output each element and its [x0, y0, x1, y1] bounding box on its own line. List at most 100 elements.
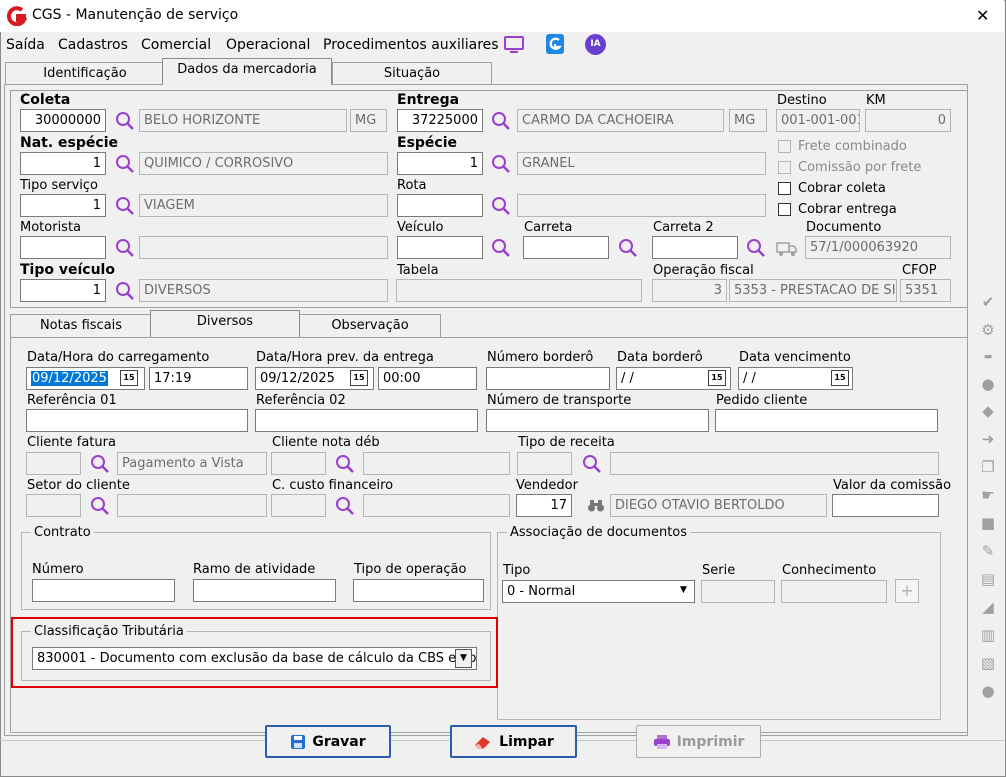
pig-icon[interactable]: ● [978, 681, 998, 701]
hand-icon[interactable]: ☛ [978, 485, 998, 505]
vendedor-code-input[interactable]: 17 [516, 494, 572, 517]
numero-transporte-input[interactable] [486, 409, 709, 432]
carreta-input[interactable] [523, 236, 609, 259]
referencia01-input[interactable] [26, 409, 248, 432]
associacao-tipo-select[interactable]: 0 - Normal [502, 580, 695, 603]
calendar-icon[interactable]: 15 [120, 370, 138, 386]
calendar-icon[interactable]: 15 [708, 370, 726, 386]
copy-icon[interactable]: ❐ [978, 457, 998, 477]
tipo-operacao-input[interactable] [353, 579, 484, 602]
search-icon[interactable] [490, 110, 512, 132]
conhecimento-field [781, 580, 887, 603]
g-app-icon[interactable] [546, 34, 564, 54]
chevron-down-icon[interactable]: ▼ [455, 649, 472, 668]
ramo-atividade-input[interactable] [193, 579, 336, 602]
especie-desc-field: GRANEL [517, 152, 766, 175]
cobrar-coleta-checkbox[interactable] [778, 182, 791, 195]
especie-code-input[interactable]: 1 [397, 152, 483, 175]
carreta2-input[interactable] [652, 236, 738, 259]
tab-label: Observação [331, 318, 409, 333]
tabela-label: Tabela [397, 263, 439, 278]
destino-label: Destino [777, 93, 827, 108]
numero-bordero-input[interactable] [486, 367, 610, 390]
clear-button[interactable]: Limpar [450, 725, 577, 758]
tab-dados-mercadoria[interactable]: Dados da mercadoria [162, 58, 332, 85]
operacao-fiscal-label: Operação fiscal [653, 263, 754, 278]
tipo-veiculo-code-input[interactable]: 1 [20, 279, 106, 302]
entrega-code-input[interactable]: 37225000 [397, 109, 483, 132]
search-icon[interactable] [334, 495, 356, 517]
binoculars-icon[interactable] [587, 498, 605, 514]
tipo-servico-code-input[interactable]: 1 [20, 194, 106, 217]
ia-icon[interactable]: IA [585, 34, 606, 55]
data-carregamento-label: Data/Hora do carregamento [27, 350, 210, 365]
search-icon[interactable] [114, 110, 136, 132]
contrato-numero-label: Número [32, 562, 84, 577]
search-icon[interactable] [581, 453, 603, 475]
window-title: CGS - Manutenção de serviço [32, 7, 239, 23]
truck-side-icon[interactable]: ■ [978, 513, 998, 533]
book-icon[interactable]: ▥ [978, 625, 998, 645]
veiculo-input[interactable] [397, 236, 483, 259]
motorista-code-input[interactable] [20, 236, 106, 259]
tab-notas-fiscais[interactable]: Notas fiscais [10, 314, 152, 338]
search-icon[interactable] [89, 453, 111, 475]
chevron-down-icon[interactable]: ▼ [675, 582, 692, 601]
tab-label: Notas fiscais [39, 318, 123, 333]
coleta-label: Coleta [20, 92, 71, 108]
cobrar-entrega-checkbox[interactable] [778, 203, 791, 216]
search-icon[interactable] [114, 280, 136, 302]
search-icon[interactable] [617, 237, 639, 259]
hora-carregamento-input[interactable]: 17:19 [149, 367, 248, 390]
search-icon[interactable] [490, 153, 512, 175]
menu-operacional[interactable]: Operacional [226, 37, 310, 53]
valor-comissao-input[interactable] [832, 494, 939, 517]
search-icon[interactable] [490, 237, 512, 259]
search-icon[interactable] [114, 237, 136, 259]
calendar-icon[interactable]: 15 [350, 370, 368, 386]
menu-comercial[interactable]: Comercial [141, 37, 211, 53]
referencia02-input[interactable] [255, 409, 478, 432]
export-icon[interactable]: ▧ [978, 653, 998, 673]
search-icon[interactable] [745, 237, 767, 259]
tab-observacao[interactable]: Observação [299, 314, 441, 338]
tab-identificacao[interactable]: Identificação [5, 62, 165, 86]
ciot-icon[interactable]: ▬ [978, 347, 998, 367]
tab-situacao[interactable]: Situação [332, 62, 492, 86]
documents-icon[interactable]: ▤ [978, 569, 998, 589]
tag-icon[interactable]: ◢ [978, 597, 998, 617]
search-icon[interactable] [114, 195, 136, 217]
check-icon[interactable]: ✔ [978, 292, 998, 312]
coleta-city-field: BELO HORIZONTE [139, 109, 347, 132]
nat-especie-code-input[interactable]: 1 [20, 152, 106, 175]
tipo-servico-label: Tipo serviço [20, 178, 99, 193]
coleta-code-input[interactable]: 30000000 [20, 109, 106, 132]
menu-procedimentos[interactable]: Procedimentos auxiliares [323, 37, 499, 53]
gear-icon[interactable]: ⚙ [978, 320, 998, 340]
search-icon[interactable] [89, 495, 111, 517]
tab-label: Dados da mercadoria [177, 62, 317, 77]
menu-saida[interactable]: Saída [6, 37, 45, 53]
pen-icon[interactable]: ✎ [978, 541, 998, 561]
circle-icon[interactable]: ● [978, 374, 998, 394]
arrow-doc-icon[interactable]: ➜ [978, 429, 998, 449]
hora-previsao-input[interactable]: 00:00 [378, 367, 477, 390]
pedido-cliente-input[interactable] [715, 409, 938, 432]
menu-cadastros[interactable]: Cadastros [58, 37, 128, 53]
cfop-label: CFOP [902, 263, 937, 278]
search-icon[interactable] [334, 453, 356, 475]
monitor-icon[interactable] [503, 35, 525, 53]
search-icon[interactable] [490, 195, 512, 217]
save-button[interactable]: Gravar [265, 725, 391, 758]
contrato-numero-input[interactable] [32, 579, 175, 602]
calendar-icon[interactable]: 15 [831, 370, 849, 386]
tab-diversos[interactable]: Diversos [150, 310, 300, 337]
close-icon[interactable]: ✕ [976, 6, 989, 25]
carreta-label: Carreta [524, 220, 573, 235]
save-button-label: Gravar [312, 733, 366, 750]
rota-code-input[interactable] [397, 194, 483, 217]
eraser-icon[interactable]: ◆ [978, 401, 998, 421]
classificacao-select[interactable]: 830001 - Documento com exclusão da base … [32, 647, 477, 670]
setor-cliente-desc-field [117, 494, 267, 517]
search-icon[interactable] [114, 153, 136, 175]
